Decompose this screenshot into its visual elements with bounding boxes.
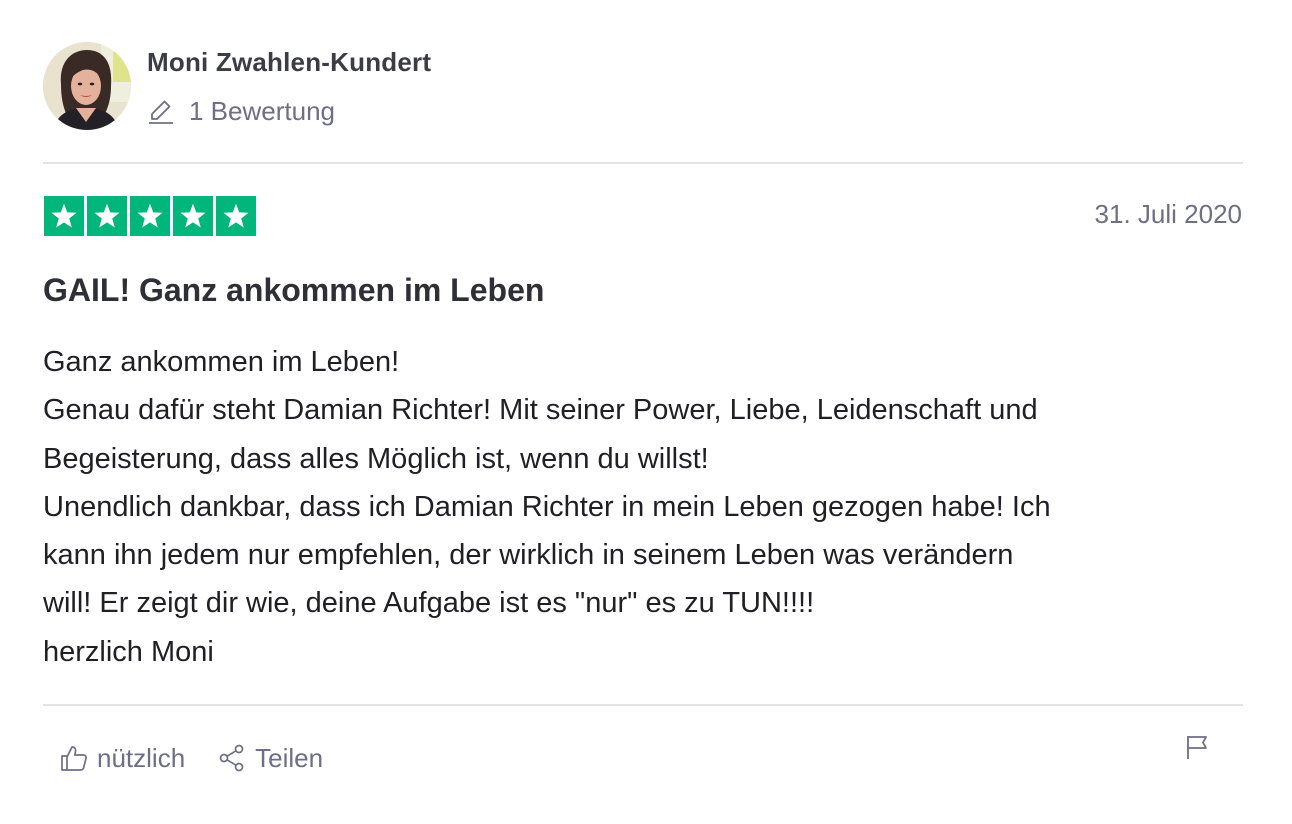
flag-icon[interactable] [1183, 733, 1211, 761]
share-icon [217, 743, 247, 773]
review-count: 1 Bewertung [147, 94, 335, 128]
star-rating [44, 196, 256, 236]
review-body: Ganz ankommen im Leben! Genau dafür steh… [43, 338, 1243, 676]
review-body-line: Begeisterung, dass alles Möglich ist, we… [43, 442, 709, 475]
star-icon [87, 196, 127, 236]
review-body-line: Genau dafür steht Damian Richter! Mit se… [43, 394, 1038, 427]
useful-label: nützlich [97, 742, 186, 773]
avatar[interactable] [43, 42, 131, 130]
star-icon [216, 196, 256, 236]
review-body-line: will! Er zeigt dir wie, deine Aufgabe is… [43, 587, 815, 620]
review-body-line: herzlich Moni [43, 635, 214, 668]
share-button[interactable]: Teilen [217, 743, 323, 774]
thumbs-up-icon [59, 743, 89, 773]
star-icon [44, 196, 84, 236]
pencil-icon [147, 97, 175, 125]
star-icon [173, 196, 213, 236]
divider [43, 704, 1243, 706]
star-icon [130, 196, 170, 236]
review-body-line: Unendlich dankbar, dass ich Damian Richt… [43, 490, 1051, 523]
review-body-line: kann ihn jedem nur empfehlen, der wirkli… [43, 539, 1014, 572]
review-count-label: 1 Bewertung [189, 95, 335, 126]
review-body-line: Ganz ankommen im Leben! [43, 346, 400, 378]
share-label: Teilen [255, 742, 324, 773]
review-date: 31. Juli 2020 [1094, 199, 1242, 229]
consumer-info: Moni Zwahlen-Kundert 1 Bewertung [43, 42, 1243, 130]
review-title[interactable]: GAIL! Ganz ankommen im Leben [43, 272, 544, 309]
useful-button[interactable]: nützlich [59, 743, 185, 774]
divider [43, 162, 1243, 164]
consumer-name[interactable]: Moni Zwahlen-Kundert [147, 47, 431, 78]
review-actions: nützlich Teilen [59, 738, 323, 778]
review-card: Moni Zwahlen-Kundert 1 Bewertung 31. Jul… [43, 0, 1243, 824]
